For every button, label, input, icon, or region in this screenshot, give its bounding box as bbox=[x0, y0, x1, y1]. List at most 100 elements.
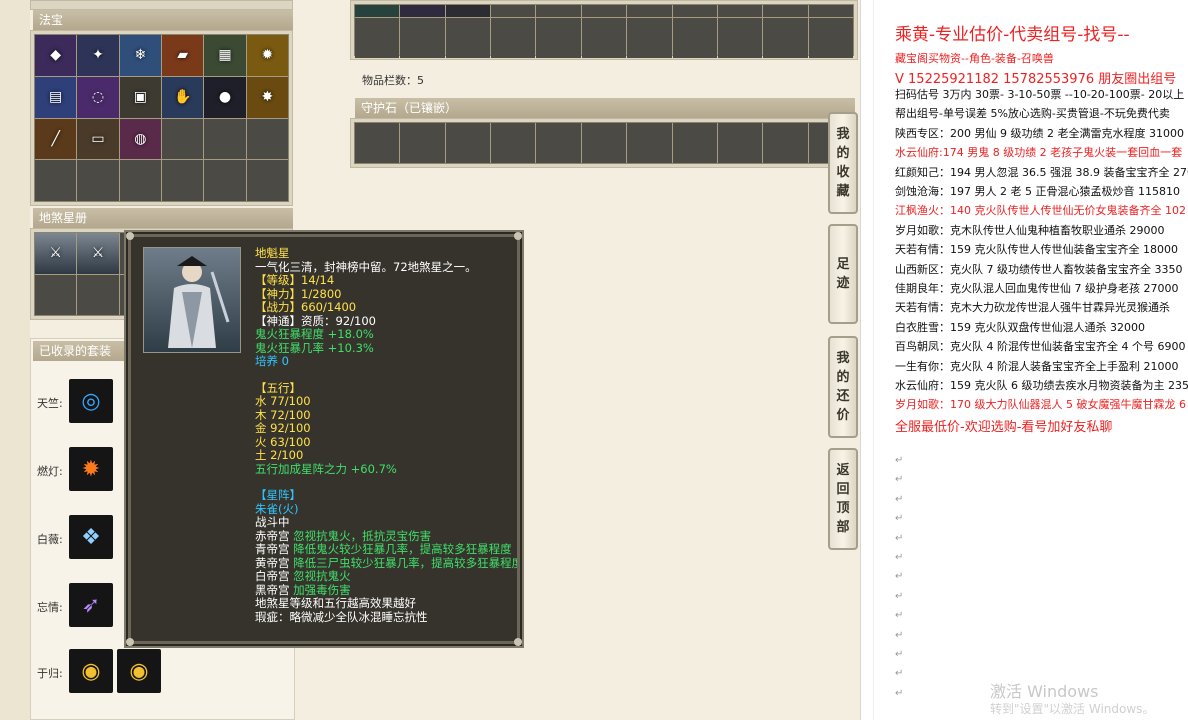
paragraph-mark: ↵ bbox=[895, 629, 904, 641]
purple-blade-icon[interactable]: ➶ bbox=[69, 583, 113, 627]
fabao-item[interactable]: ◌ bbox=[77, 76, 119, 118]
gem-item[interactable] bbox=[400, 5, 445, 17]
fabao-item[interactable]: ▦ bbox=[204, 35, 246, 76]
doc-line: 岁月如歌：170 级大力队仙器混人 5 破女魔强牛魔甘霖龙 6 bbox=[895, 398, 1186, 412]
doc-line: 帮出组号-单号误差 5%放心选购-买贵管退-不玩免费代卖 bbox=[895, 107, 1170, 121]
empty-slot bbox=[400, 123, 445, 163]
paragraph-mark: ↵ bbox=[895, 668, 904, 680]
doc-line: 水云仙府:174 男鬼 8 级功绩 2 老孩子鬼火装一套回血一套 bbox=[895, 146, 1183, 160]
fabao-item[interactable]: ◍ bbox=[119, 118, 161, 160]
set-label: 忘情: bbox=[37, 601, 63, 614]
ice-crown-icon[interactable]: ❖ bbox=[69, 515, 113, 559]
tab-char: 还 bbox=[836, 389, 850, 404]
paragraph-mark: ↵ bbox=[895, 532, 904, 544]
orb-icon bbox=[446, 5, 490, 17]
fabao-item[interactable]: ▣ bbox=[119, 76, 161, 118]
fabao-item[interactable]: ▤ bbox=[35, 76, 77, 118]
gold-flame-icon: ✹ bbox=[261, 47, 274, 64]
empty-slot bbox=[808, 5, 853, 17]
battle-status: 战斗中 bbox=[255, 516, 290, 529]
empty-slot bbox=[672, 5, 717, 17]
disha-card[interactable]: ⚔ bbox=[77, 233, 119, 274]
my-bargain-tab[interactable]: 我的还价 bbox=[828, 336, 858, 438]
fire-emblem-icon[interactable]: ✹ bbox=[69, 447, 113, 491]
star-flaw: 瑕疵：略微减少全队冰混睡忘抗性 bbox=[255, 610, 428, 624]
empty-slot bbox=[672, 123, 717, 163]
empty-slot bbox=[581, 5, 627, 17]
lantern-icon: ◍ bbox=[134, 130, 147, 147]
xingzhen-name: 朱雀(火) bbox=[255, 502, 299, 516]
set-label: 燃灯: bbox=[37, 465, 63, 478]
left-strip bbox=[0, 0, 30, 720]
ice-blade-icon: ❄ bbox=[134, 47, 147, 64]
tab-char: 顶 bbox=[836, 501, 850, 516]
empty-slot bbox=[536, 5, 581, 17]
corner-rivet bbox=[514, 638, 522, 646]
stat-level: 【等级】14/14 bbox=[255, 274, 335, 287]
palace-list: 赤帝宫 忽视抗鬼火，抵抗灵宝伤害 青帝宫 降低鬼火较少狂暴几率，提高较多狂暴程度黄… bbox=[255, 530, 517, 598]
paragraph-mark: ↵ bbox=[895, 649, 904, 660]
text-document: 乘黄-专业估价-代卖组号-找号-- 藏宝阁买物资--角色-装备-召唤兽 V 152… bbox=[860, 0, 1188, 720]
empty-slot bbox=[581, 18, 627, 58]
paragraph-mark: ↵ bbox=[895, 687, 904, 699]
my-favorites-tab[interactable]: 我的收藏 bbox=[828, 112, 858, 214]
fabao-item[interactable]: ✋ bbox=[161, 76, 204, 118]
palace-effect: 忽视抗鬼火，抵抗灵宝伤害 bbox=[293, 529, 432, 543]
fabao-item[interactable]: ◆ bbox=[35, 35, 77, 76]
doc-line: 山西新区：克火队 7 级功绩传世人畜牧装备宝宝齐全 3350 bbox=[895, 262, 1183, 276]
warrior-icon: ⚔ bbox=[49, 245, 62, 262]
purple-ring-icon: ◌ bbox=[91, 89, 105, 106]
fabao-item[interactable]: ✦ bbox=[77, 35, 119, 76]
tab-char: 藏 bbox=[836, 184, 850, 199]
fabao-item[interactable]: ✸ bbox=[246, 76, 288, 118]
top-item-strip bbox=[30, 0, 293, 10]
star-name: 地魁星 bbox=[255, 247, 290, 260]
cultivate-line: 培养 0 bbox=[255, 355, 289, 368]
fabao-item[interactable]: ▭ bbox=[77, 118, 119, 160]
blue-ring-icon[interactable]: ◎ bbox=[69, 379, 113, 423]
jade-item[interactable] bbox=[355, 5, 400, 17]
disha-card[interactable]: ⚔ bbox=[35, 233, 77, 274]
footprint-tab[interactable]: 足迹 bbox=[828, 224, 858, 324]
set-label: 白薇: bbox=[37, 533, 63, 546]
guardian-header: 守护石（已镶嵌） bbox=[355, 98, 855, 118]
palace-name: 青帝宫 bbox=[255, 543, 294, 556]
bronze-plate-icon: ▣ bbox=[133, 89, 147, 106]
tab-char: 迹 bbox=[836, 276, 850, 291]
fabao-grid: ◆ ✦ ❄ ▰ ▦ ✹ ▤ ◌ ▣ ✋ ● ✸ ╱ ▭ ◍ bbox=[34, 34, 289, 202]
empty-slot bbox=[246, 160, 288, 201]
fabao-item[interactable]: ❄ bbox=[119, 35, 161, 76]
palace-name: 赤帝宫 bbox=[255, 529, 294, 543]
stat-power: 【神力】1/2800 bbox=[255, 287, 342, 301]
gold-ring-icon[interactable]: ◉ bbox=[117, 649, 161, 693]
fabao-item[interactable]: ✹ bbox=[246, 35, 288, 76]
doc-line: 全服最低价-欢迎选购-看号加好友私聊 bbox=[895, 419, 1113, 435]
palace-name: 黑帝宫 bbox=[255, 583, 294, 597]
empty-slot bbox=[400, 18, 445, 58]
inventory-grid bbox=[354, 4, 854, 58]
fabao-item[interactable]: ● bbox=[204, 76, 246, 118]
back-to-top-tab[interactable]: 返回顶部 bbox=[828, 448, 858, 550]
doc-line: 陕西专区：200 男仙 9 级功绩 2 老全满雷克水程度 31000 bbox=[895, 126, 1184, 140]
paragraph-mark: ↵ bbox=[895, 493, 904, 505]
gold-ring-icon[interactable]: ◉ bbox=[69, 649, 113, 693]
paragraph-mark: ↵ bbox=[895, 474, 904, 486]
fabao-item[interactable]: ╱ bbox=[35, 118, 77, 160]
scroll-icon: ▭ bbox=[91, 130, 105, 147]
fabao-item[interactable]: ▰ bbox=[161, 35, 204, 76]
palace-line: 白帝宫 忽视抗鬼火 bbox=[255, 570, 517, 584]
dark-orb-icon: ● bbox=[218, 89, 232, 106]
orb-item[interactable] bbox=[445, 5, 491, 17]
fabao-frame: ◆ ✦ ❄ ▰ ▦ ✹ ▤ ◌ ▣ ✋ ● ✸ ╱ ▭ ◍ bbox=[30, 30, 293, 206]
stat-aptitude: 【神通】资质：92/100 bbox=[255, 314, 376, 328]
inventory-count: 物品栏数：5 bbox=[362, 74, 424, 87]
bonus-line: 鬼火狂暴几率 +10.3% bbox=[255, 341, 374, 355]
wuxing-earth: 土 2/100 bbox=[255, 449, 304, 462]
paragraph-mark: ↵ bbox=[895, 552, 904, 563]
doc-line: 天若有情：159 克火队传世人传世仙装备宝宝齐全 18000 bbox=[895, 243, 1178, 257]
empty-slot bbox=[717, 18, 763, 58]
spear-icon: ╱ bbox=[51, 130, 60, 147]
empty-slot bbox=[808, 18, 853, 58]
warrior-portrait bbox=[143, 247, 241, 353]
